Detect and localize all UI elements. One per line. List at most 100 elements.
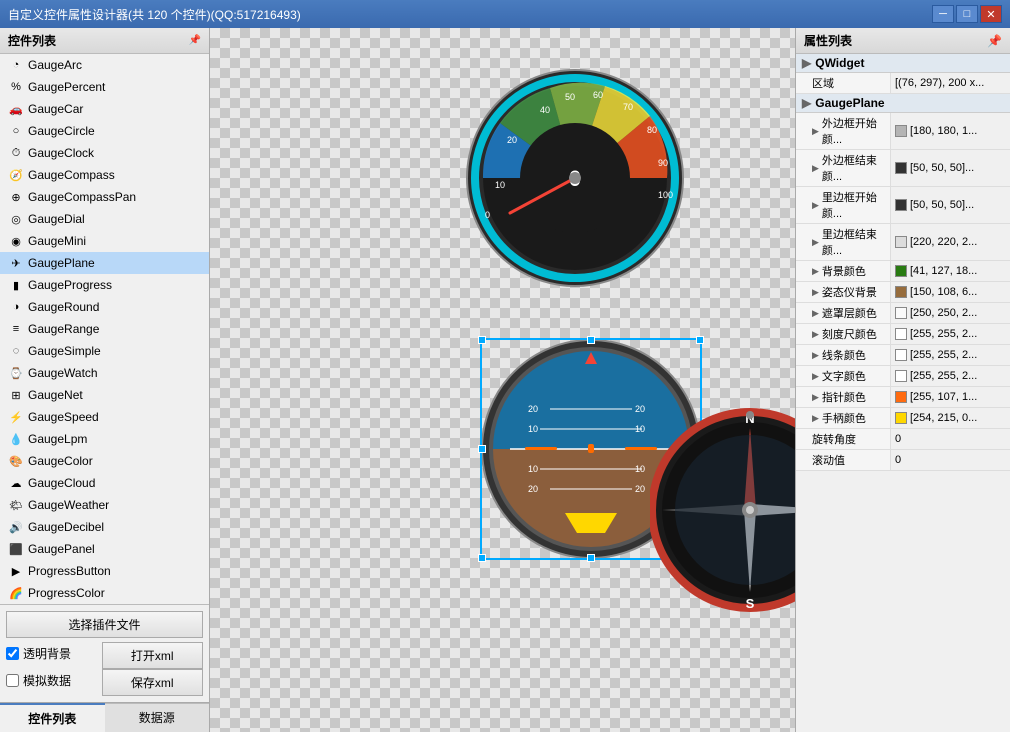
props-value: [255, 255, 2... (891, 324, 1010, 344)
props-row: ▶文字颜色[255, 255, 2... (796, 366, 1010, 387)
component-item-gaugepanel[interactable]: ⬛ GaugePanel (0, 538, 209, 560)
props-section-qwidget[interactable]: ▶QWidget (796, 54, 1010, 73)
component-item-gaugecloud[interactable]: ☁GaugeCloud (0, 472, 209, 494)
props-value: [150, 108, 6... (891, 282, 1010, 302)
component-item-gaugeprogress[interactable]: ▮GaugeProgress (0, 274, 209, 296)
component-label-gaugeclock: GaugeClock (28, 146, 94, 160)
component-item-gaugedial[interactable]: ◎GaugeDial (0, 208, 209, 230)
color-swatch[interactable] (895, 199, 907, 211)
component-item-gaugecolor[interactable]: 🎨GaugeColor (0, 450, 209, 472)
props-key: ▶里边框结束颜... (796, 224, 891, 260)
component-item-gaugecar[interactable]: 🚗GaugeCar (0, 98, 209, 120)
mini-icon: ◉ (8, 233, 24, 249)
component-item-gaugeround[interactable]: ◑GaugeRound (0, 296, 209, 318)
component-list-header: 控件列表 📌 (0, 28, 209, 54)
transparent-bg-checkbox[interactable] (6, 647, 19, 660)
center-canvas[interactable]: 0 10 20 40 50 60 70 80 90 100 0 (210, 28, 795, 732)
component-item-gaugecompasspan[interactable]: ⊕GaugeCompassPan (0, 186, 209, 208)
color-swatch[interactable] (895, 125, 907, 137)
panel-header-icon[interactable]: 📌 (189, 35, 201, 46)
props-row: 旋转角度0 (796, 429, 1010, 450)
minimize-button[interactable]: ─ (932, 5, 954, 23)
component-item-gaugelpm[interactable]: 💧GaugeLpm (0, 428, 209, 450)
component-label-gaugecompasspan: GaugeCompassPan (28, 190, 136, 204)
speedometer-gauge: 0 10 20 40 50 60 70 80 90 100 0 (465, 68, 685, 288)
color-swatch[interactable] (895, 349, 907, 361)
component-label-gaugewatch: GaugeWatch (28, 366, 98, 380)
component-list[interactable]: ◔ GaugeArc %GaugePercent🚗GaugeCar○GaugeCir… (0, 54, 209, 604)
props-value-text: [255, 255, 2... (910, 328, 977, 340)
save-xml-button[interactable]: 保存xml (102, 669, 204, 696)
component-label-gaugedecibel: GaugeDecibel (28, 520, 104, 534)
props-row: ▶外边框结束颜...[50, 50, 50]... (796, 150, 1010, 187)
row2: 模拟数据 保存xml (6, 669, 203, 696)
svg-text:10: 10 (528, 464, 538, 474)
props-value: [41, 127, 18... (891, 261, 1010, 281)
component-item-progressbutton[interactable]: ▶ProgressButton (0, 560, 209, 582)
color-swatch[interactable] (895, 162, 907, 174)
color-swatch[interactable] (895, 265, 907, 277)
props-value: [180, 180, 1... (891, 113, 1010, 149)
component-label-gaugespeed: GaugeSpeed (28, 410, 99, 424)
component-label-gaugearc: GaugeArc (28, 58, 82, 72)
component-item-gaugedecibel[interactable]: 🔊GaugeDecibel (0, 516, 209, 538)
component-item-progresscolor[interactable]: 🌈ProgressColor (0, 582, 209, 604)
color-swatch[interactable] (895, 328, 907, 340)
open-xml-button[interactable]: 打开xml (102, 642, 204, 669)
simulate-data-checkbox[interactable] (6, 674, 19, 687)
properties-title: 属性列表 (804, 32, 852, 49)
props-section-gaugeplane[interactable]: ▶GaugePlane (796, 94, 1010, 113)
props-value: [255, 107, 1... (891, 387, 1010, 407)
tab-component-list[interactable]: 控件列表 (0, 703, 105, 732)
component-item-gaugewatch[interactable]: ⌚GaugeWatch (0, 362, 209, 384)
component-item-gaugesimple[interactable]: ◌GaugeSimple (0, 340, 209, 362)
clock-icon: ⏱ (8, 145, 24, 161)
component-label-gaugeround: GaugeRound (28, 300, 99, 314)
main-layout: 控件列表 📌 ◔ GaugeArc %GaugePercent🚗GaugeCar○G… (0, 28, 1010, 732)
left-panel: 控件列表 📌 ◔ GaugeArc %GaugePercent🚗GaugeCar○G… (0, 28, 210, 732)
props-key: ▶文字颜色 (796, 366, 891, 386)
props-value: [(76, 297), 200 x... (891, 73, 1010, 93)
component-label-gaugepanel: GaugePanel (28, 542, 95, 556)
component-label-gaugedial: GaugeDial (28, 212, 85, 226)
svg-text:20: 20 (528, 484, 538, 494)
props-row: ▶里边框结束颜...[220, 220, 2... (796, 224, 1010, 261)
component-item-gaugeclock[interactable]: ⏱ GaugeClock (0, 142, 209, 164)
speed-icon: ⚡ (8, 409, 24, 425)
component-item-gaugearc[interactable]: ◔ GaugeArc (0, 54, 209, 76)
component-item-gaugerange[interactable]: ≡GaugeRange (0, 318, 209, 340)
props-value: 0 (891, 429, 1010, 449)
props-key: ▶姿态仪背景 (796, 282, 891, 302)
color-swatch[interactable] (895, 412, 907, 424)
right-panel: 属性列表 📌 ▶QWidget区域[(76, 297), 200 x...▶Ga… (795, 28, 1010, 732)
svg-text:50: 50 (565, 92, 575, 102)
component-item-gaugemini[interactable]: ◉GaugeMini (0, 230, 209, 252)
svg-text:90: 90 (658, 158, 668, 168)
arc-icon: ◔ (8, 57, 24, 73)
component-item-gaugepercent[interactable]: %GaugePercent (0, 76, 209, 98)
component-item-gaugeplane[interactable]: ✈GaugePlane (0, 252, 209, 274)
color-swatch[interactable] (895, 236, 907, 248)
component-item-gaugenet[interactable]: ⊞GaugeNet (0, 384, 209, 406)
component-item-gaugeweather[interactable]: 🌤GaugeWeather (0, 494, 209, 516)
progbtn-icon: ▶ (8, 563, 24, 579)
maximize-button[interactable]: □ (956, 5, 978, 23)
props-key: 旋转角度 (796, 429, 891, 449)
plane-icon: ✈ (8, 255, 24, 271)
props-pin-icon[interactable]: 📌 (987, 34, 1002, 48)
props-value-text: [255, 107, 1... (910, 391, 977, 403)
component-item-gaugespeed[interactable]: ⚡ GaugeSpeed (0, 406, 209, 428)
tab-data-source[interactable]: 数据源 (105, 703, 210, 732)
component-item-gaugecompass[interactable]: 🧭GaugeCompass (0, 164, 209, 186)
select-plugin-button[interactable]: 选择插件文件 (6, 611, 203, 638)
component-label-gaugecolor: GaugeColor (28, 454, 93, 468)
color-swatch[interactable] (895, 307, 907, 319)
panel-icon: ⬛ (8, 541, 24, 557)
color-swatch[interactable] (895, 286, 907, 298)
color-swatch[interactable] (895, 391, 907, 403)
range-icon: ≡ (8, 321, 24, 337)
simulate-data-row: 模拟数据 (6, 669, 98, 692)
component-item-gaugecircle[interactable]: ○GaugeCircle (0, 120, 209, 142)
close-button[interactable]: ✕ (980, 5, 1002, 23)
color-swatch[interactable] (895, 370, 907, 382)
